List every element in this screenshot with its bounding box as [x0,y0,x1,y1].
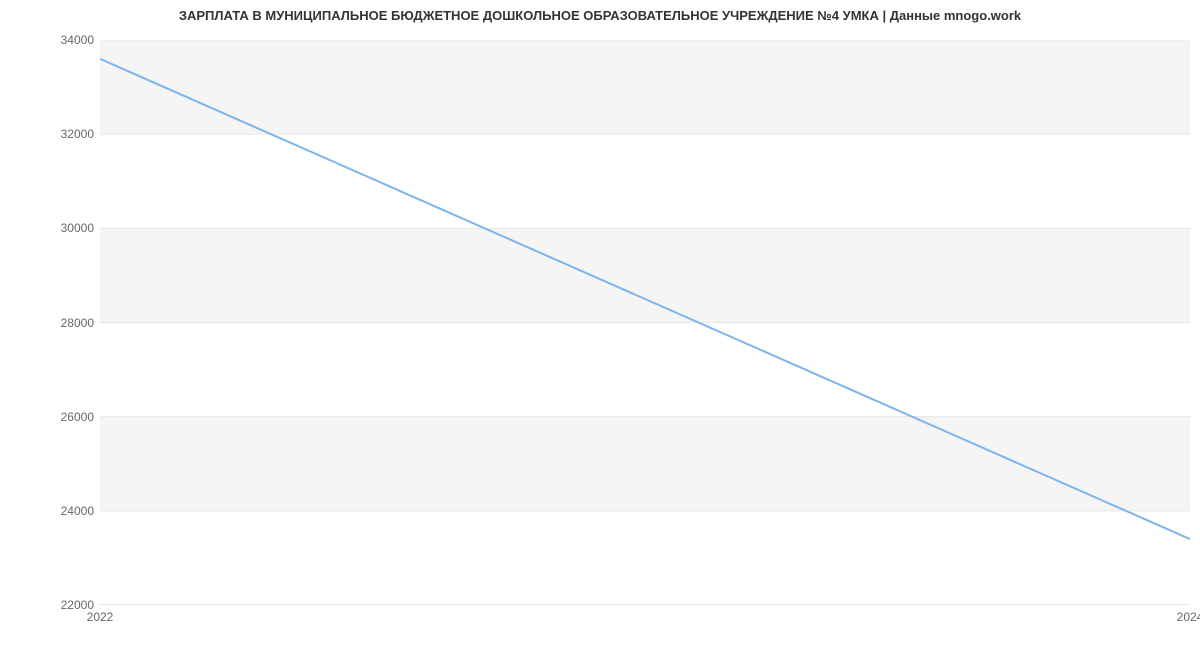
plot-band [100,228,1190,322]
y-tick-label: 30000 [61,221,94,235]
plot-band [100,40,1190,134]
chart-container: ЗАРПЛАТА В МУНИЦИПАЛЬНОЕ БЮДЖЕТНОЕ ДОШКО… [0,0,1200,650]
plot-area [100,40,1190,605]
y-tick-label: 24000 [61,504,94,518]
y-tick-label: 34000 [61,33,94,47]
y-tick-label: 28000 [61,316,94,330]
plot-svg [100,40,1190,605]
x-tick-label: 2022 [87,610,114,624]
y-tick-label: 26000 [61,410,94,424]
x-tick-label: 2024 [1177,610,1200,624]
chart-title: ЗАРПЛАТА В МУНИЦИПАЛЬНОЕ БЮДЖЕТНОЕ ДОШКО… [0,8,1200,23]
y-tick-label: 32000 [61,127,94,141]
plot-band [100,417,1190,511]
